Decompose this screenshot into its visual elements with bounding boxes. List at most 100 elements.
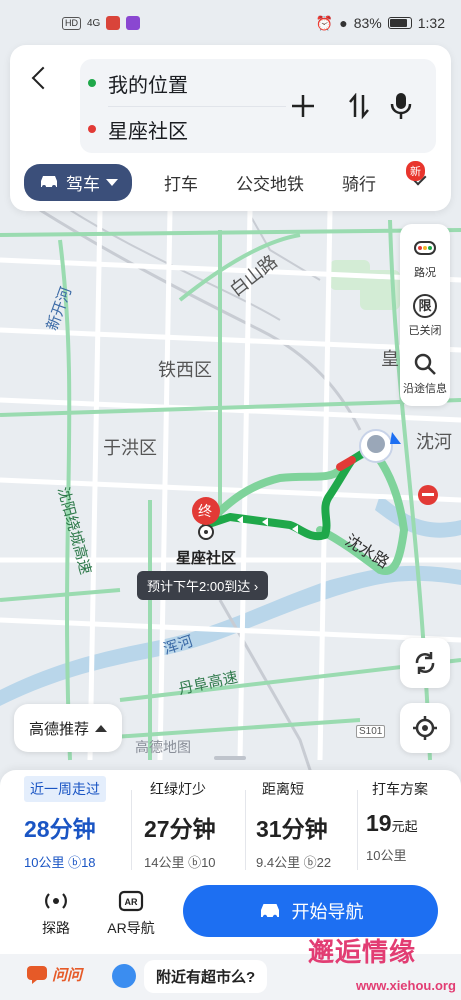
route-time: 31分钟 xyxy=(256,816,328,842)
traffic-light-icon xyxy=(414,241,436,255)
tab-drive[interactable]: 驾车 xyxy=(24,163,132,201)
watermark-url: www.xiehou.org xyxy=(356,978,456,993)
route-meta: 10公里 xyxy=(366,848,407,863)
status-icons: HD 4G xyxy=(62,16,141,30)
route-divider xyxy=(357,790,358,870)
chevron-up-icon xyxy=(95,724,107,732)
explore-route-button[interactable]: 探路 xyxy=(26,888,86,938)
map-label-yuhong: 于洪区 xyxy=(103,438,157,458)
destination-name: 星座社区 xyxy=(176,550,237,567)
restriction-icon: 限 xyxy=(413,294,437,318)
route-divider xyxy=(131,790,132,870)
route-option-taxi[interactable]: 打车方案 19元起 10公里 xyxy=(366,776,434,876)
map-label-huang: 皇 xyxy=(381,349,399,369)
car-icon xyxy=(41,176,57,189)
status-bar: HD 4G ⏰ ● 83% 1:32 xyxy=(0,0,461,46)
route-tag: 近一周走过 xyxy=(24,776,106,802)
chevron-down-icon xyxy=(106,178,118,186)
signal-4g-icon: 4G xyxy=(87,17,101,29)
start-location-field[interactable]: 我的位置 xyxy=(88,61,286,105)
sheet-drag-handle[interactable] xyxy=(214,756,246,760)
route-option-1[interactable]: 近一周走过 28分钟 10公里 ⓑ18 xyxy=(24,776,106,876)
start-location-text: 我的位置 xyxy=(108,74,188,97)
map-label-tiexi: 铁西区 xyxy=(158,360,212,380)
plus-icon xyxy=(292,95,314,117)
alarm-icon: ⏰ xyxy=(315,14,334,31)
battery-icon xyxy=(387,17,412,29)
tab-more-chevron-icon[interactable]: 新 xyxy=(406,161,429,191)
transport-tabs: 驾车 打车 公交地铁 骑行 新 xyxy=(24,161,441,201)
route-meta: 9.4公里 ⓑ22 xyxy=(256,855,332,870)
route-tag: 距离短 xyxy=(262,781,304,797)
route-divider xyxy=(245,790,246,870)
ask-button[interactable]: 问问 xyxy=(26,964,82,985)
tab-bike[interactable]: 骑行 xyxy=(342,170,376,195)
radar-icon xyxy=(45,893,67,909)
ar-nav-label: AR导航 xyxy=(107,920,155,936)
map-brand: 高德地图 xyxy=(135,739,191,755)
refresh-route-button[interactable] xyxy=(400,638,450,688)
chat-bubble-icon xyxy=(27,965,47,984)
swap-button[interactable] xyxy=(342,89,376,123)
tab-transit[interactable]: 公交地铁 xyxy=(236,170,304,195)
route-time: 27分钟 xyxy=(144,816,216,842)
battery-percent: 83% xyxy=(353,15,382,31)
traffic-toggle[interactable]: 路况 xyxy=(400,236,450,280)
microphone-icon xyxy=(390,93,412,119)
hd-icon: HD xyxy=(62,16,81,30)
locate-icon xyxy=(413,716,437,740)
eta-pill[interactable]: 预计下午2:00到达 › xyxy=(137,571,269,600)
search-icon xyxy=(414,353,436,375)
traffic-label: 路况 xyxy=(414,267,436,279)
route-option-2[interactable]: 红绿灯少 27分钟 14公里 ⓑ10 xyxy=(144,776,216,876)
route-meta: 10公里 ⓑ18 xyxy=(24,855,96,870)
add-waypoint-button[interactable] xyxy=(286,89,320,123)
restriction-label: 已关闭 xyxy=(408,325,442,337)
restriction-toggle[interactable]: 限 已关闭 xyxy=(400,294,450,338)
end-dot-icon xyxy=(88,125,96,133)
ar-nav-button[interactable]: AR AR导航 xyxy=(101,888,161,938)
back-button[interactable] xyxy=(28,67,52,91)
ar-icon: AR xyxy=(118,890,144,912)
assistant-avatar xyxy=(112,964,136,988)
watermark-logo: 邂逅情缘 www.xiehou.org xyxy=(300,918,461,1000)
status-right: ⏰ ● 83% 1:32 xyxy=(316,15,445,32)
route-tag: 打车方案 xyxy=(372,781,428,797)
voice-input-button[interactable] xyxy=(384,89,418,123)
start-dot-icon xyxy=(88,79,96,87)
map-tools-panel: 路况 限 已关闭 沿途信息 xyxy=(400,224,450,406)
location-icon: ● xyxy=(339,15,348,31)
svg-text:AR: AR xyxy=(125,897,138,907)
route-planner-card: 我的位置 星座社区 驾车 打车 公交地铁 骑行 新 xyxy=(10,45,451,211)
route-tag: 红绿灯少 xyxy=(150,781,206,797)
watermark-text: 邂逅情缘 xyxy=(308,937,417,967)
app-notification-icon xyxy=(106,16,121,30)
suggested-question[interactable]: 附近有超市么? xyxy=(144,960,268,993)
route-time: 19元起 xyxy=(366,810,418,836)
route-options: 近一周走过 28分钟 10公里 ⓑ18 红绿灯少 27分钟 14公里 ⓑ10 距… xyxy=(0,776,461,876)
route-option-3[interactable]: 距离短 31分钟 9.4公里 ⓑ22 xyxy=(256,776,331,876)
swap-arrows-icon xyxy=(349,93,369,119)
along-route-label: 沿途信息 xyxy=(403,383,447,395)
recommend-dropdown[interactable]: 高德推荐 xyxy=(14,704,122,752)
ask-label: 问问 xyxy=(52,967,83,984)
tab-drive-label: 驾车 xyxy=(66,174,100,194)
recommend-label: 高德推荐 xyxy=(28,720,89,738)
road-code-s101: S101 xyxy=(356,725,386,738)
explore-label: 探路 xyxy=(42,920,70,936)
tab-taxi[interactable]: 打车 xyxy=(164,170,198,195)
car-icon xyxy=(260,904,279,920)
new-badge: 新 xyxy=(406,161,425,181)
route-meta: 14公里 ⓑ10 xyxy=(144,855,216,870)
route-inputs: 我的位置 星座社区 xyxy=(80,59,436,153)
app-notification-icon-2 xyxy=(126,16,141,30)
refresh-icon xyxy=(415,652,435,674)
destination-badge: 终 xyxy=(198,503,212,519)
route-time: 28分钟 xyxy=(24,816,96,842)
end-location-text: 星座社区 xyxy=(108,120,188,143)
end-location-field[interactable]: 星座社区 xyxy=(88,107,286,151)
clock-time: 1:32 xyxy=(417,15,445,31)
map-label-shenhe: 沈河 xyxy=(416,432,452,452)
locate-me-button[interactable] xyxy=(400,703,450,753)
along-route-search[interactable]: 沿途信息 xyxy=(400,352,450,396)
